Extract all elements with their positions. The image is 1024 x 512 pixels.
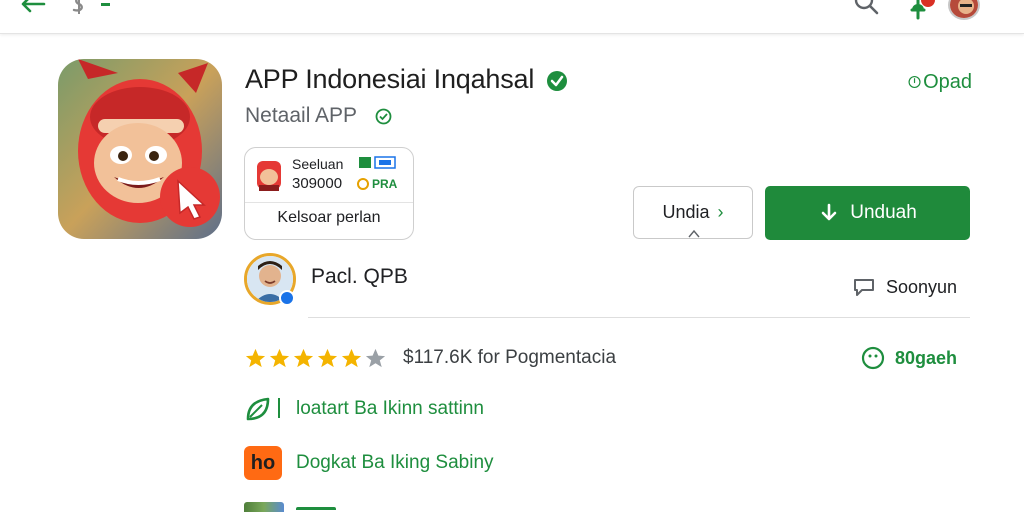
star-empty-icon	[365, 348, 386, 367]
promo-thumbnail-icon	[257, 161, 281, 191]
search-icon[interactable]	[852, 0, 880, 18]
feature-separator	[278, 398, 280, 418]
top-app-bar	[0, 0, 1024, 34]
leaf-icon	[246, 397, 270, 421]
promo-title: Seeluan	[292, 156, 344, 172]
share-button[interactable]: Soonyun	[852, 274, 957, 300]
rating-action[interactable]: 80gaeh	[861, 345, 957, 371]
orange-badge-icon: ho	[244, 446, 282, 480]
feature-label: loatart Ba Ikinn sattinn	[296, 398, 484, 419]
star-filled-icon	[293, 348, 314, 367]
feature-label: Dogkat Ba Iking Sabiny	[296, 452, 494, 473]
feature-item[interactable]: loatart Ba Ikinn sattinn	[244, 392, 484, 426]
developer-row-name[interactable]: Pacl. QPB	[311, 265, 408, 289]
back-arrow-icon[interactable]	[18, 0, 48, 20]
notification-bell-icon[interactable]	[906, 0, 936, 20]
install-button-label: Unduah	[850, 202, 917, 223]
star-filled-icon	[269, 348, 290, 367]
section-divider	[308, 317, 970, 318]
chat-bubble-icon	[854, 279, 874, 296]
clock-icon	[908, 75, 921, 89]
promo-status-chip	[359, 156, 396, 169]
promo-tag: PRA	[357, 176, 399, 192]
developer-verified-icon	[375, 108, 392, 125]
star-rating	[244, 345, 388, 371]
promo-divider	[245, 202, 413, 203]
partial-text-line	[296, 507, 336, 512]
partial-thumbnail	[244, 502, 284, 512]
menu-dash	[101, 3, 110, 6]
install-button[interactable]: Unduah	[765, 186, 970, 240]
caret-up-icon	[688, 229, 700, 238]
developer-badge-icon	[279, 290, 295, 306]
developer-name[interactable]: Netaail APP	[245, 104, 357, 128]
brand-logo-icon	[72, 0, 83, 14]
open-link[interactable]: Opad	[908, 68, 972, 96]
app-icon	[58, 59, 222, 239]
promo-card[interactable]: Seeluan 309000 PRA Kelsoar perlan	[244, 147, 414, 240]
star-filled-icon	[317, 348, 338, 367]
rating-summary: $117.6K for Pogmentacia	[403, 347, 617, 368]
open-link-label: Opad	[923, 70, 972, 93]
secondary-action-label: Undia	[662, 202, 710, 222]
verified-check-icon	[547, 71, 567, 91]
share-label: Soonyun	[886, 276, 958, 297]
promo-tag-label: PRA	[372, 177, 398, 191]
smiley-icon	[861, 346, 885, 370]
app-title: APP Indonesiai Inqahsal	[245, 64, 535, 94]
chevron-right-icon: ›	[717, 202, 724, 222]
coin-icon	[357, 178, 369, 190]
download-icon	[821, 203, 837, 221]
promo-caption: Kelsoar perlan	[277, 209, 381, 226]
promo-value: 309000	[292, 175, 343, 192]
account-avatar[interactable]	[948, 0, 980, 20]
star-filled-icon	[245, 348, 266, 367]
rating-action-label: 80gaeh	[895, 347, 958, 368]
star-filled-icon	[341, 348, 362, 367]
feature-item[interactable]: ho Dogkat Ba Iking Sabiny	[244, 446, 494, 480]
